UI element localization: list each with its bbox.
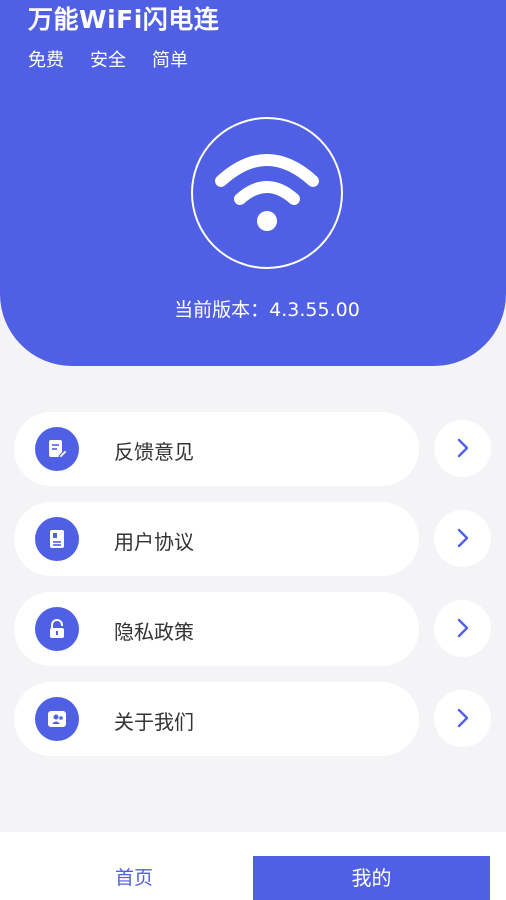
chevron-right-icon	[457, 618, 469, 638]
menu-item-privacy[interactable]: 隐私政策	[14, 592, 419, 666]
feature-tags: 免费 安全 简单	[28, 46, 188, 72]
menu-item-about[interactable]: 关于我们	[14, 682, 419, 756]
menu-row-about[interactable]: 关于我们	[14, 682, 492, 756]
tag-simple: 简单	[152, 50, 188, 71]
menu-item-agreement[interactable]: 用户协议	[14, 502, 419, 576]
menu-row-feedback[interactable]: 反馈意见	[14, 412, 492, 486]
chevron-right-icon	[457, 708, 469, 728]
version-text: 当前版本：4.3.55.00	[174, 299, 360, 321]
menu-label-about: 关于我们	[114, 710, 194, 734]
privacy-arrow-button[interactable]	[434, 600, 491, 657]
about-arrow-button[interactable]	[434, 690, 491, 747]
lock-icon	[35, 607, 79, 651]
menu-label-feedback: 反馈意见	[114, 440, 194, 464]
tab-home[interactable]: 首页	[14, 856, 254, 900]
wifi-icon	[191, 117, 343, 269]
bottom-tab-bar: 首页 我的	[0, 832, 506, 900]
agreement-arrow-button[interactable]	[434, 510, 491, 567]
app-title: 万能WiFi闪电连	[28, 5, 220, 34]
tag-safe: 安全	[90, 50, 126, 71]
chevron-right-icon	[457, 528, 469, 548]
menu-item-feedback[interactable]: 反馈意见	[14, 412, 419, 486]
team-icon	[35, 697, 79, 741]
document-icon	[35, 517, 79, 561]
header-banner: 万能WiFi闪电连 免费 安全 简单 当前版本：4.3.55.00	[0, 0, 506, 366]
tag-free: 免费	[28, 50, 64, 71]
feedback-edit-icon	[35, 427, 79, 471]
tab-mine[interactable]: 我的	[253, 856, 490, 900]
chevron-right-icon	[457, 438, 469, 458]
menu-label-agreement: 用户协议	[114, 530, 194, 554]
menu-row-agreement[interactable]: 用户协议	[14, 502, 492, 576]
feedback-arrow-button[interactable]	[434, 420, 491, 477]
menu-row-privacy[interactable]: 隐私政策	[14, 592, 492, 666]
menu-label-privacy: 隐私政策	[114, 620, 194, 644]
